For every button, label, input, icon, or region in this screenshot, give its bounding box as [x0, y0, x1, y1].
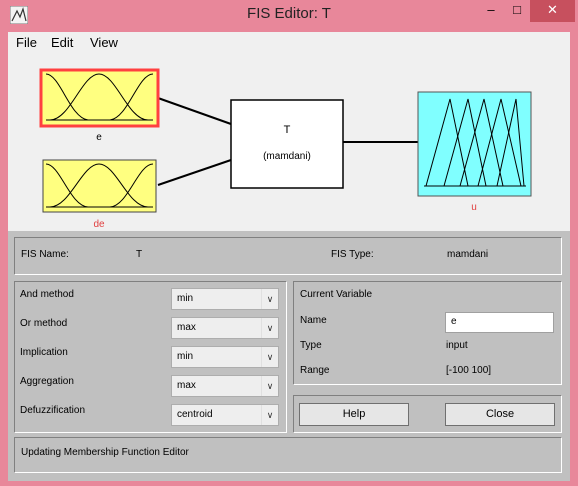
menu-edit[interactable]: Edit — [51, 35, 73, 50]
input-e-block[interactable] — [39, 68, 160, 128]
menu-view[interactable]: View — [90, 35, 118, 50]
or-method-label: Or method — [20, 318, 68, 329]
system-block[interactable] — [230, 99, 344, 189]
title-bar: FIS Editor: T – □ ✕ — [0, 0, 578, 32]
chevron-down-icon: ∨ — [261, 376, 278, 396]
aggregation-label: Aggregation — [20, 376, 74, 387]
fis-diagram: e de T (mamdani) u — [8, 54, 570, 231]
close-icon: ✕ — [547, 2, 558, 17]
and-method-select[interactable]: min ∨ — [171, 288, 279, 310]
output-u-block[interactable] — [417, 91, 532, 197]
variable-type-value: input — [446, 340, 468, 351]
variable-type-label: Type — [300, 340, 322, 351]
methods-box: And method min ∨ Or method max ∨ Implica… — [14, 281, 287, 433]
variable-name-label: Name — [300, 315, 327, 326]
help-button[interactable]: Help — [299, 403, 409, 426]
chevron-down-icon: ∨ — [261, 347, 278, 367]
connector-line-de — [157, 159, 232, 186]
variable-range-value: [-100 100] — [446, 365, 492, 376]
implication-label: Implication — [20, 347, 68, 358]
variable-range-label: Range — [300, 365, 330, 376]
input-e-label: e — [96, 132, 102, 143]
current-variable-box: Current Variable Name e Type input Range… — [293, 281, 562, 385]
menu-file[interactable]: File — [16, 35, 37, 50]
aggregation-select[interactable]: max ∨ — [171, 375, 279, 397]
input-de-label: de — [93, 219, 105, 230]
fis-type-label: FIS Type: — [331, 249, 374, 260]
status-text: Updating Membership Function Editor — [21, 447, 189, 458]
minimize-icon: – — [487, 2, 495, 17]
menu-bar: File Edit View — [8, 32, 570, 54]
fis-info-box: FIS Name: T FIS Type: mamdani — [14, 237, 562, 275]
fis-name-value: T — [136, 249, 143, 260]
chevron-down-icon: ∨ — [261, 405, 278, 425]
connector-line-e — [157, 97, 232, 125]
system-name: T — [283, 124, 291, 136]
and-method-label: And method — [20, 289, 74, 300]
maximize-icon: □ — [513, 2, 521, 17]
fis-name-label: FIS Name: — [21, 249, 69, 260]
chevron-down-icon: ∨ — [261, 318, 278, 338]
status-box: Updating Membership Function Editor — [14, 437, 562, 473]
maximize-button[interactable]: □ — [504, 0, 530, 22]
variable-name-field[interactable]: e — [445, 312, 554, 333]
defuzzification-select[interactable]: centroid ∨ — [171, 404, 279, 426]
defuzzification-label: Defuzzification — [20, 405, 86, 416]
fis-properties-panel: FIS Name: T FIS Type: mamdani And method… — [8, 231, 570, 481]
current-variable-heading: Current Variable — [300, 289, 373, 300]
implication-select[interactable]: min ∨ — [171, 346, 279, 368]
input-de-block[interactable] — [42, 159, 157, 213]
close-button[interactable]: Close — [445, 403, 555, 426]
window-close-button[interactable]: ✕ — [530, 0, 575, 22]
or-method-select[interactable]: max ∨ — [171, 317, 279, 339]
system-type: (mamdani) — [263, 151, 311, 162]
buttons-box: Help Close — [293, 395, 562, 433]
minimize-button[interactable]: – — [478, 0, 504, 22]
fis-type-value: mamdani — [447, 249, 489, 260]
output-u-label: u — [471, 202, 477, 213]
chevron-down-icon: ∨ — [261, 289, 278, 309]
